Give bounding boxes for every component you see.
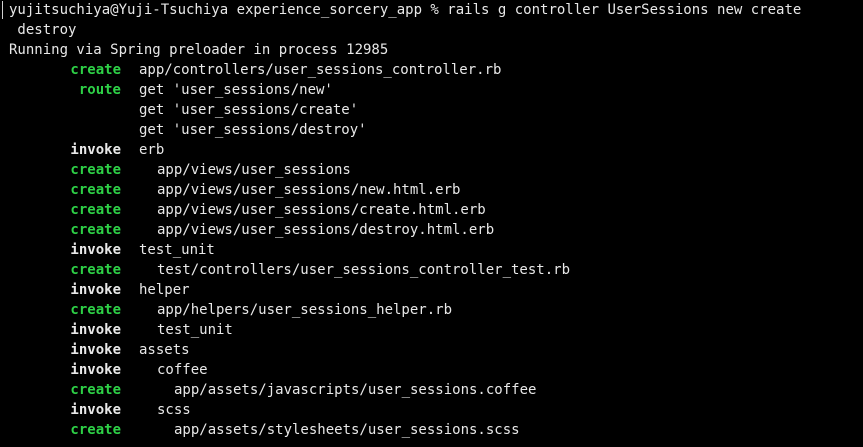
generator-action-target: app/helpers/user_sessions_helper.rb: [157, 302, 453, 318]
generator-action-label: create: [70, 62, 121, 78]
generator-action-target: get 'user_sessions/create': [139, 102, 359, 118]
generator-action-label: create: [70, 162, 121, 178]
generator-output-line: route get 'user_sessions/new': [9, 80, 801, 100]
generator-output-line: create app/controllers/user_sessions_cont…: [9, 60, 801, 80]
generator-action-target: test_unit: [139, 242, 215, 258]
generator-action-target: app/views/user_sessions/destroy.html.erb: [157, 222, 495, 238]
spring-preloader-line: Running via Spring preloader in process …: [9, 42, 389, 58]
generator-action-label: invoke: [70, 402, 121, 418]
generator-action-label: create: [70, 382, 121, 398]
generator-output-line: create app/views/user_sessions/create.htm…: [9, 200, 801, 220]
generator-output-line: get 'user_sessions/destroy': [9, 120, 801, 140]
generator-action-target: app/views/user_sessions/new.html.erb: [157, 182, 461, 198]
generator-output-line: get 'user_sessions/create': [9, 100, 801, 120]
terminal-output: yujitsuchiya@Yuji-Tsuchiya experience_so…: [9, 0, 801, 440]
generator-action-target: helper: [139, 282, 190, 298]
generator-action-target: get 'user_sessions/new': [139, 82, 333, 98]
text-cursor-mark: [2, 1, 3, 19]
generator-output-line: create app/views/user_sessions/destroy.ht…: [9, 220, 801, 240]
generator-action-label: route: [78, 82, 121, 98]
generator-action-label: create: [70, 262, 121, 278]
generator-output-line: invoke test_unit: [9, 320, 801, 340]
generator-action-target: erb: [139, 142, 165, 158]
generator-output-line: create app/views/user_sessions/new.html.e…: [9, 180, 801, 200]
generator-output-line: invoke erb: [9, 140, 801, 160]
prompt-command-line-wrap: destroy: [9, 22, 77, 38]
generator-action-label: invoke: [70, 322, 121, 338]
generator-action-target: app/assets/javascripts/user_sessions.cof…: [174, 382, 537, 398]
generator-output-line: invoke test_unit: [9, 240, 801, 260]
generator-action-label: invoke: [70, 282, 121, 298]
generator-action-label: invoke: [70, 242, 121, 258]
generator-action-label: create: [70, 222, 121, 238]
generator-action-target: get 'user_sessions/destroy': [139, 122, 367, 138]
generator-action-target: test_unit: [157, 322, 233, 338]
generator-action-label: create: [70, 302, 121, 318]
generator-action-label: invoke: [70, 342, 121, 358]
generator-output-line: invoke scss: [9, 400, 801, 420]
generator-action-target: coffee: [157, 362, 208, 378]
generator-action-target: app/views/user_sessions/create.html.erb: [157, 202, 486, 218]
generator-output-line: invoke coffee: [9, 360, 801, 380]
generator-output-line: create app/views/user_sessions: [9, 160, 801, 180]
generator-output-line: create app/assets/stylesheets/user_sessio…: [9, 420, 801, 440]
generator-action-label: invoke: [70, 142, 121, 158]
generator-output-line: create test/controllers/user_sessions_con…: [9, 260, 801, 280]
generator-action-label: create: [70, 422, 121, 438]
prompt-command-line: yujitsuchiya@Yuji-Tsuchiya experience_so…: [9, 2, 802, 18]
generator-action-label: invoke: [70, 362, 121, 378]
generator-action-target: app/controllers/user_sessions_controller…: [139, 62, 502, 78]
generator-action-target: app/views/user_sessions: [157, 162, 351, 178]
generator-action-target: scss: [157, 402, 191, 418]
generator-action-target: test/controllers/user_sessions_controlle…: [157, 262, 571, 278]
generator-action-target: app/assets/stylesheets/user_sessions.scs…: [174, 422, 520, 438]
generator-action-label: create: [70, 182, 121, 198]
generator-output-line: create app/assets/javascripts/user_sessio…: [9, 380, 801, 400]
generator-output-line: invoke helper: [9, 280, 801, 300]
generator-output-line: create app/helpers/user_sessions_helper.r…: [9, 300, 801, 320]
generator-action-target: assets: [139, 342, 190, 358]
generator-output-line: invoke assets: [9, 340, 801, 360]
generator-action-label: create: [70, 202, 121, 218]
terminal-window[interactable]: yujitsuchiya@Yuji-Tsuchiya experience_so…: [0, 0, 863, 447]
